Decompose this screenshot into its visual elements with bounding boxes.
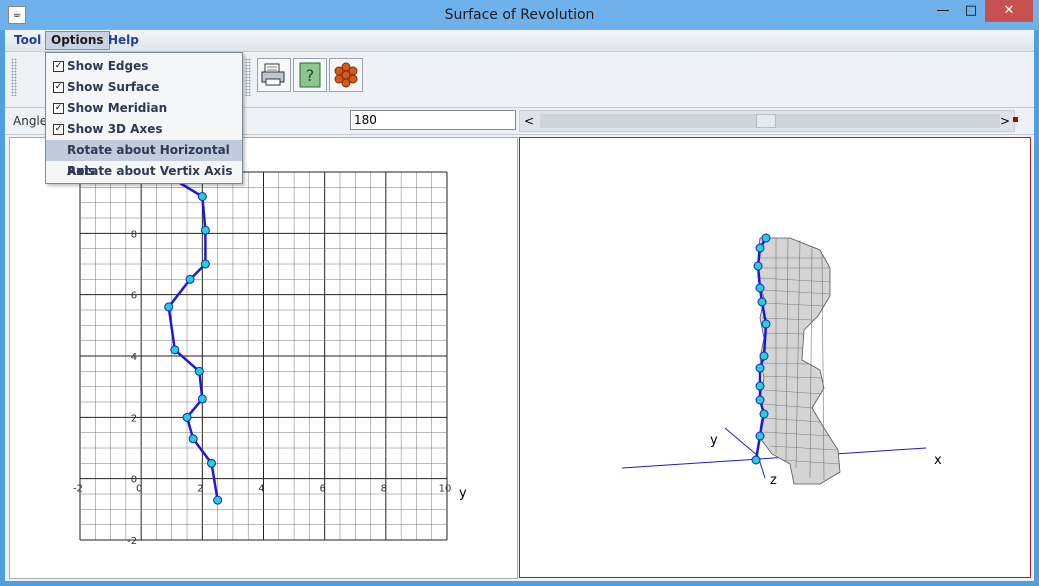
meridian-point[interactable] [194,366,204,376]
menu-show-meridian[interactable]: ✓ Show Meridian [46,98,242,119]
maximize-button[interactable]: □ [958,0,984,22]
menu-bar: Tool Options Help [5,30,1034,52]
axis-label-z: z [770,473,777,488]
y-axis-line [724,427,759,457]
meridian-point[interactable] [170,345,180,355]
toolbar-grip[interactable] [11,58,17,96]
revolution-surface [757,237,841,485]
y-tick-label: 2 [131,413,137,424]
y-tick-label: 8 [131,229,137,240]
meridian-point[interactable] [197,394,207,404]
axis-label-y-3d: y [710,433,718,448]
meridian-curve [167,177,219,501]
slider-track[interactable] [540,114,1000,128]
help-icon: ? [299,62,321,88]
application-window: ☕ Surface of Revolution — □ ✕ Tool Optio… [0,0,1039,586]
close-button[interactable]: ✕ [985,0,1033,22]
slider-right-arrow[interactable]: > [996,111,1014,131]
axis-label-y: y [459,486,467,501]
menu-help[interactable]: Help [103,32,144,49]
y-tick-label: -2 [127,536,137,547]
checkbox-checked-icon: ✓ [53,61,64,72]
x-tick-label: 4 [258,484,264,495]
x-tick-label: -2 [73,484,83,495]
angle-label: Angle [13,114,48,128]
meridian-point[interactable] [185,274,195,284]
meridian-panel[interactable]: -2 0 2 4 6 8 10 8 6 4 2 0 -2 y [9,137,518,579]
x-tick-label: 2 [197,484,203,495]
svg-text:?: ? [306,66,315,85]
meridian-point[interactable] [200,259,210,269]
x-tick-label: 8 [381,484,387,495]
meridian-plot[interactable]: -2 0 2 4 6 8 10 8 6 4 2 0 -2 y [10,138,517,578]
slider-thumb[interactable] [756,114,776,128]
toolbar-grip[interactable] [245,58,251,96]
print-button[interactable] [257,58,291,92]
flower-icon [334,62,358,88]
surface-3d-view[interactable]: x y z [519,137,1031,578]
window-title: Surface of Revolution [444,7,595,23]
menu-options[interactable]: Options [45,31,110,50]
x-tick-labels: -2 0 2 4 6 8 10 [73,484,451,495]
surface-canvas[interactable]: x y z [520,138,1030,577]
meridian-point[interactable] [188,434,198,444]
print-icon [261,63,285,86]
surface-button[interactable] [329,58,363,92]
menu-tool[interactable]: Tool [9,32,46,49]
status-marker [1013,117,1018,122]
minimize-button[interactable]: — [930,0,956,22]
menu-rotate-vertix-axis[interactable]: Rotate about Vertix Axis [46,161,242,182]
meridian-point[interactable] [164,302,174,312]
axis-label-x: x [934,453,942,468]
slider-left-arrow[interactable]: < [520,111,538,131]
meridian-point[interactable] [182,412,192,422]
checkbox-checked-icon: ✓ [53,82,64,93]
menu-rotate-horizontal-axis[interactable]: Rotate about Horizontal Axis [46,140,242,178]
help-button[interactable]: ? [293,58,327,92]
meridian-point[interactable] [207,458,217,468]
y-tick-label: 0 [131,475,137,486]
meridian-point[interactable] [213,495,223,505]
checkbox-checked-icon: ✓ [53,124,64,135]
menu-show-3d-axes[interactable]: ✓ Show 3D Axes [46,119,242,140]
x-tick-label: 6 [319,484,325,495]
y-tick-label: 6 [131,291,137,302]
angle-slider[interactable]: < > [519,110,1015,132]
menu-show-edges[interactable]: ✓ Show Edges [46,56,242,77]
y-tick-label: 4 [131,352,137,363]
y-tick-labels: 8 6 4 2 0 -2 [127,229,137,547]
angle-input[interactable] [350,110,516,130]
menu-show-surface[interactable]: ✓ Show Surface [46,77,242,98]
meridian-point[interactable] [197,192,207,202]
meridian-point[interactable] [200,225,210,235]
x-tick-label: 10 [439,484,452,495]
options-dropdown-menu: ✓ Show Edges ✓ Show Surface ✓ Show Merid… [45,52,243,184]
title-bar: ☕ Surface of Revolution — □ ✕ [0,0,1039,30]
checkbox-checked-icon: ✓ [53,103,64,114]
